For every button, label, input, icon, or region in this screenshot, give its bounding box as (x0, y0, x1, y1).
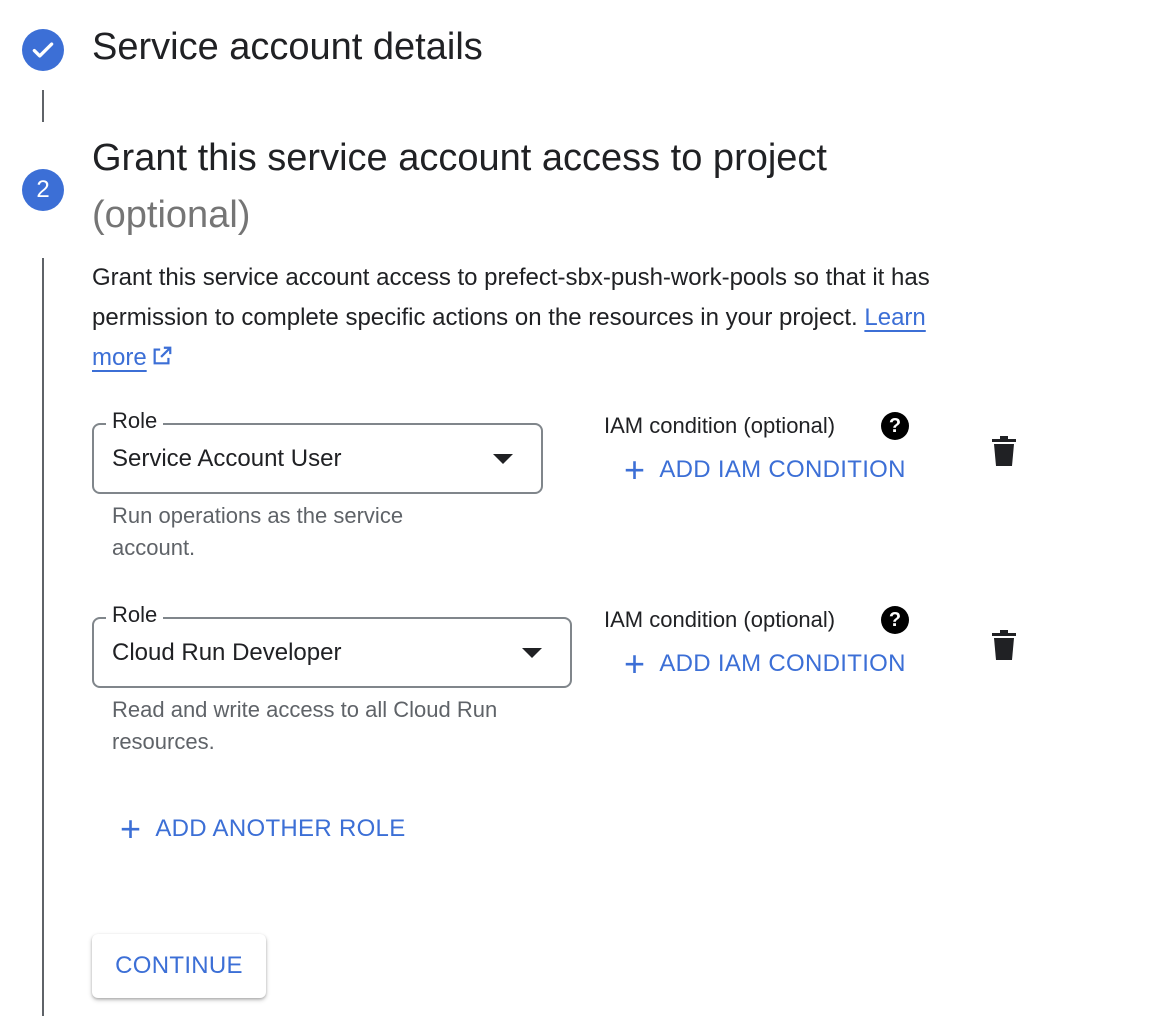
add-iam-condition-button-1[interactable]: + ADD IAM CONDITION (624, 452, 906, 488)
role-select-1-value: Service Account User (112, 444, 342, 472)
step-2-optional-label: (optional) (92, 194, 251, 236)
role-field-label-1: Role (106, 408, 164, 434)
plus-icon: + (624, 449, 646, 490)
step-description: Grant this service account access to pre… (92, 258, 1022, 380)
role-hint-2: Read and write access to all Cloud Run r… (112, 697, 498, 754)
dropdown-arrow-icon (522, 648, 542, 658)
role-select-2-value: Cloud Run Developer (112, 638, 342, 666)
step-content-line (42, 258, 44, 1016)
delete-role-1-trash-icon[interactable] (992, 436, 1016, 471)
dropdown-arrow-icon (493, 454, 513, 464)
iam-condition-label-1: IAM condition (optional) (604, 413, 836, 438)
add-another-role-button[interactable]: + ADD ANOTHER ROLE (120, 811, 406, 847)
iam-condition-label-2: IAM condition (optional) (604, 607, 836, 632)
plus-icon: + (120, 808, 142, 849)
role-hint-1: Run operations as the service account. (112, 503, 404, 560)
step-2-number: 2 (22, 169, 64, 211)
step-2-title: Grant this service account access to pro… (92, 137, 827, 179)
step-1-title[interactable]: Service account details (92, 26, 483, 69)
step-connector-line (42, 90, 44, 122)
continue-button[interactable]: CONTINUE (92, 934, 266, 998)
role-select-2[interactable]: Cloud Run Developer (92, 617, 572, 688)
step-complete-check-icon (22, 29, 64, 71)
description-text: Grant this service account access to pre… (92, 264, 930, 331)
help-icon[interactable]: ? (881, 606, 909, 634)
role-field-label-2: Role (106, 602, 164, 628)
add-iam-condition-button-2[interactable]: + ADD IAM CONDITION (624, 646, 906, 682)
external-link-icon (151, 340, 173, 380)
plus-icon: + (624, 643, 646, 684)
delete-role-2-trash-icon[interactable] (992, 630, 1016, 665)
help-icon[interactable]: ? (881, 412, 909, 440)
